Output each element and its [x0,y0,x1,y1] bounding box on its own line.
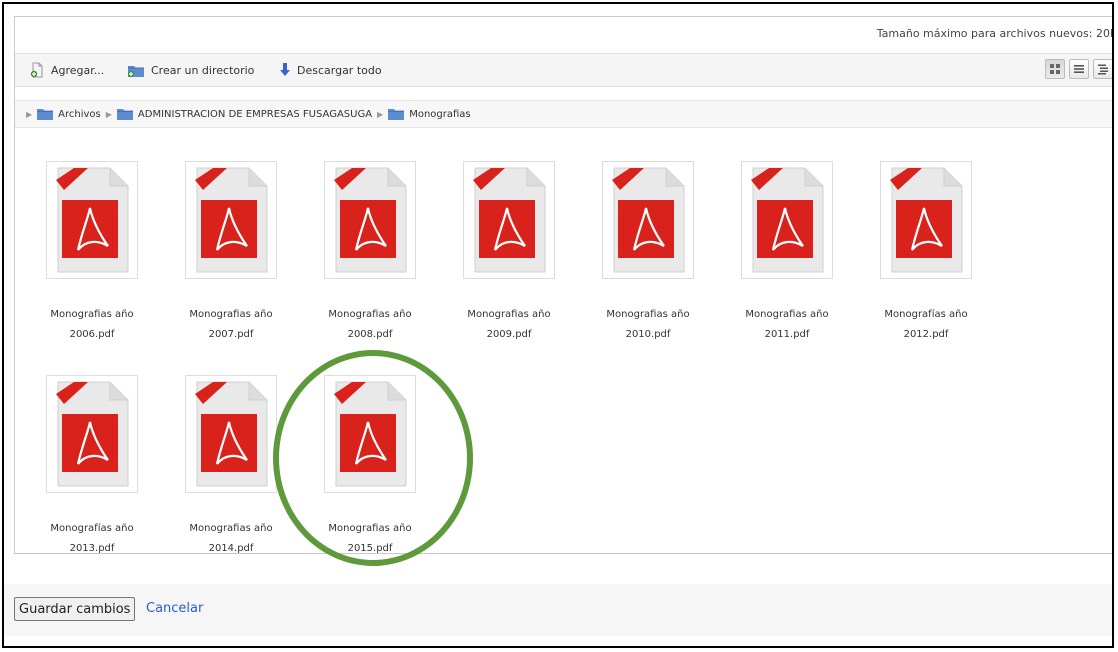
create-directory-label: Crear un directorio [151,63,255,77]
file-name: Monografias año 2014.pdf [189,523,273,554]
pdf-file-icon [463,161,555,279]
pdf-file-icon [46,375,138,493]
file-name: Monografías año 2013.pdf [50,523,134,554]
pdf-file-icon [185,161,277,279]
grid-view-icon [1050,64,1060,74]
pdf-file-icon [741,161,833,279]
pdf-file-icon [324,161,416,279]
breadcrumb-item-archivos[interactable]: Archivos [37,108,101,120]
folder-icon [37,109,54,120]
add-folder-icon [127,62,145,78]
download-arrow-icon [279,62,291,78]
file-name: Monografias año 2010.pdf [606,309,690,340]
pdf-file-icon [46,161,138,279]
add-file-icon [29,62,45,78]
breadcrumb-separator-icon: ▶ [105,109,112,119]
list-view-icon [1074,65,1084,73]
file-name: Monografias año 2009.pdf [467,309,551,340]
folder-icon [116,109,133,120]
folder-icon [388,109,405,120]
file-name: Monografias año 2011.pdf [745,309,829,340]
pdf-file-icon [880,161,972,279]
pdf-file-icon [185,375,277,493]
page-frame: Tamaño máximo para archivos nuevos: 20MB… [2,2,1114,648]
max-file-size-note: Tamaño máximo para archivos nuevos: 20MB [876,27,1114,40]
file-name: Monografias año 2015.pdf [328,523,412,554]
breadcrumb: ▶ Archivos ▶ ADMINISTRACION DE EMPRESAS … [15,100,1112,128]
view-icons-button[interactable] [1045,59,1065,79]
add-button-label: Agregar... [51,63,105,77]
file-manager-toolbar: Agregar... Crear un directorio Descargar… [15,53,1112,87]
tree-view-icon [1098,64,1108,75]
download-all-button[interactable]: Descargar todo [279,62,382,78]
file-name: Monografias año 2007.pdf [189,309,273,340]
file-grid: Monografias año 2006.pdf Monografias año 2… [15,129,1112,554]
file-name: Monografias año 2008.pdf [328,309,412,340]
pdf-file-icon [324,375,416,493]
breadcrumb-label: ADMINISTRACION DE EMPRESAS FUSAGASUGA [137,108,373,120]
breadcrumb-label: Archivos [58,108,101,120]
breadcrumb-label: Monografias [409,108,471,120]
pdf-file-icon [602,161,694,279]
file-manager: Tamaño máximo para archivos nuevos: 20MB… [14,16,1114,554]
breadcrumb-item-monografias[interactable]: Monografias [388,108,471,120]
view-mode-switcher [1045,59,1112,79]
breadcrumb-separator-icon: ▶ [26,109,33,119]
form-actions: Guardar cambios Cancelar [4,584,1112,636]
breadcrumb-separator-icon: ▶ [377,109,384,119]
file-name: Monografias año 2006.pdf [50,309,134,340]
breadcrumb-item-administracion[interactable]: ADMINISTRACION DE EMPRESAS FUSAGASUGA [116,108,373,120]
file-name: Monografías año 2012.pdf [884,309,968,340]
cancel-link[interactable]: Cancelar [146,601,203,616]
download-all-label: Descargar todo [297,63,382,77]
view-list-button[interactable] [1069,59,1089,79]
view-tree-button[interactable] [1093,59,1112,79]
add-button[interactable]: Agregar... [29,62,104,78]
save-changes-button[interactable]: Guardar cambios [14,597,136,621]
create-directory-button[interactable]: Crear un directorio [127,62,254,78]
